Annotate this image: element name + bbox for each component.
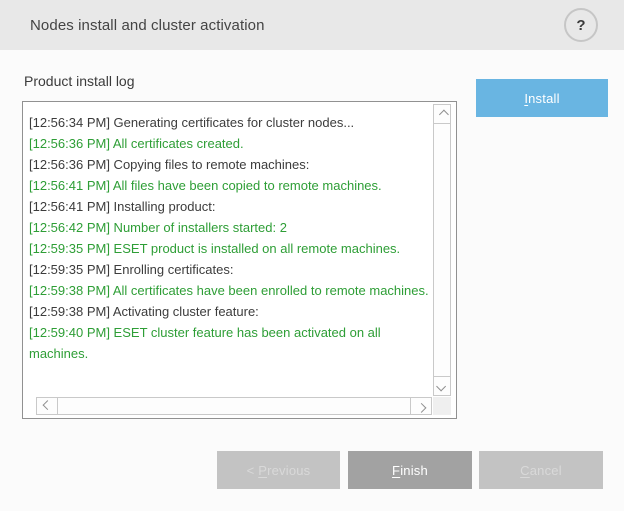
chevron-right-icon xyxy=(416,402,426,412)
scroll-left-button[interactable] xyxy=(36,397,58,415)
previous-button-accesskey: P xyxy=(258,463,267,478)
titlebar: Nodes install and cluster activation ? xyxy=(0,0,624,50)
log-line: [12:56:41 PM] All files have been copied… xyxy=(29,175,433,196)
chevron-up-icon xyxy=(438,109,448,119)
log-list[interactable]: [12:56:34 PM] Generating certificates fo… xyxy=(23,102,433,394)
scroll-right-button[interactable] xyxy=(410,397,432,415)
chevron-left-icon xyxy=(42,400,52,410)
question-mark-icon: ? xyxy=(576,17,585,34)
previous-button-label: revious xyxy=(267,463,310,478)
log-line: [12:56:36 PM] All certificates created. xyxy=(29,133,433,154)
log-line: [12:56:41 PM] Installing product: xyxy=(29,196,433,217)
previous-button-label-pre: < xyxy=(247,463,259,478)
horizontal-scrollbar[interactable] xyxy=(36,397,432,415)
log-line: [12:59:38 PM] Activating cluster feature… xyxy=(29,301,433,322)
log-line: [12:56:34 PM] Generating certificates fo… xyxy=(29,112,433,133)
product-install-log-box: [12:56:34 PM] Generating certificates fo… xyxy=(22,101,457,419)
scrollbar-corner xyxy=(433,397,451,415)
vertical-scrollbar[interactable] xyxy=(433,104,451,396)
install-button[interactable]: Install xyxy=(476,79,608,117)
horizontal-scrollbar-thumb[interactable] xyxy=(57,397,411,415)
log-label: Product install log xyxy=(24,73,135,89)
log-line: [12:56:36 PM] Copying files to remote ma… xyxy=(29,154,433,175)
previous-button: < Previous xyxy=(217,451,340,489)
cancel-button: Cancel xyxy=(479,451,603,489)
log-line: [12:56:42 PM] Number of installers start… xyxy=(29,217,433,238)
scroll-down-button[interactable] xyxy=(433,376,451,396)
scroll-up-button[interactable] xyxy=(433,104,451,124)
finish-button-accesskey: F xyxy=(392,463,400,478)
page-title: Nodes install and cluster activation xyxy=(30,17,265,34)
help-button[interactable]: ? xyxy=(564,8,598,42)
cancel-button-accesskey: C xyxy=(520,463,530,478)
log-line: [12:59:35 PM] ESET product is installed … xyxy=(29,238,433,259)
install-button-label: nstall xyxy=(528,91,560,106)
wizard-window: Nodes install and cluster activation ? P… xyxy=(0,0,624,511)
cancel-button-label: ancel xyxy=(530,463,562,478)
log-line: [12:59:40 PM] ESET cluster feature has b… xyxy=(29,322,433,364)
log-line: [12:59:38 PM] All certificates have been… xyxy=(29,280,433,301)
log-line: [12:59:35 PM] Enrolling certificates: xyxy=(29,259,433,280)
finish-button-label: inish xyxy=(400,463,428,478)
finish-button[interactable]: Finish xyxy=(348,451,472,489)
vertical-scrollbar-thumb[interactable] xyxy=(433,123,451,377)
chevron-down-icon xyxy=(436,381,446,391)
